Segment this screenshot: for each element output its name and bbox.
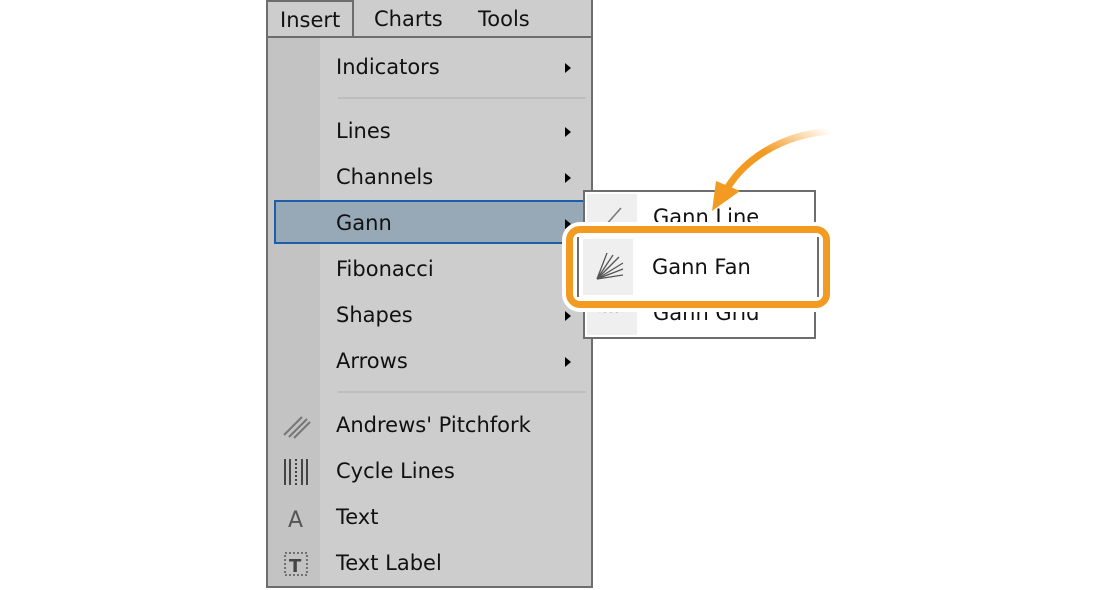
pitchfork-icon bbox=[283, 416, 311, 439]
menu-item-channels[interactable]: Channels bbox=[268, 155, 591, 199]
menu-item-label: Arrows bbox=[336, 349, 408, 373]
submenu-arrow-icon bbox=[565, 219, 571, 229]
svg-text:A: A bbox=[288, 508, 303, 533]
menu-item-shapes[interactable]: Shapes bbox=[268, 293, 591, 337]
menu-item-text-label[interactable]: T Text Label bbox=[268, 541, 591, 585]
menu-item-label: Shapes bbox=[336, 303, 413, 327]
cycle-lines-icon bbox=[284, 459, 308, 485]
submenu-arrow-icon bbox=[565, 63, 571, 73]
menu-item-label: Text bbox=[336, 505, 379, 529]
svg-text:T: T bbox=[289, 556, 302, 577]
menu-bar: Insert Charts Tools bbox=[266, 0, 593, 37]
menu-tools[interactable]: Tools bbox=[478, 0, 530, 37]
menu-item-arrows[interactable]: Arrows bbox=[268, 339, 591, 383]
menu-item-label: Fibonacci bbox=[336, 257, 434, 281]
insert-menu-dropdown: Indicators Lines Channels Gann Fibonacci… bbox=[266, 36, 593, 588]
gann-fan-icon bbox=[596, 252, 624, 280]
menu-item-label: Lines bbox=[336, 119, 391, 143]
submenu-item-gann-fan[interactable]: Gann Fan bbox=[652, 233, 751, 301]
menu-item-gann[interactable]: Gann bbox=[268, 201, 591, 245]
submenu-arrow-icon bbox=[565, 173, 571, 183]
menu-item-lines[interactable]: Lines bbox=[268, 109, 591, 153]
menu-item-indicators[interactable]: Indicators bbox=[268, 45, 591, 89]
menu-item-text[interactable]: A Text bbox=[268, 495, 591, 539]
submenu-arrow-icon bbox=[565, 127, 571, 137]
annotation-arrow-icon bbox=[712, 127, 831, 211]
menu-item-label: Andrews' Pitchfork bbox=[336, 413, 531, 437]
menu-item-cycle-lines[interactable]: Cycle Lines bbox=[268, 449, 591, 493]
menu-charts[interactable]: Charts bbox=[374, 0, 443, 37]
menu-separator bbox=[338, 391, 586, 393]
menu-item-label: Cycle Lines bbox=[336, 459, 455, 483]
menu-item-label: Text Label bbox=[336, 551, 442, 575]
text-label-icon: T bbox=[284, 552, 308, 577]
submenu-arrow-icon bbox=[565, 357, 571, 367]
menu-item-fibonacci[interactable]: Fibonacci bbox=[268, 247, 591, 291]
menu-item-andrews-pitchfork[interactable]: Andrews' Pitchfork bbox=[268, 403, 591, 447]
gann-fan-callout: Gann Fan bbox=[566, 226, 830, 308]
menu-item-label: Indicators bbox=[336, 55, 440, 79]
submenu-arrow-icon bbox=[565, 311, 571, 321]
text-icon: A bbox=[288, 508, 303, 533]
menu-separator bbox=[338, 97, 586, 99]
menu-item-label: Gann bbox=[336, 211, 392, 235]
menu-insert[interactable]: Insert bbox=[268, 0, 355, 37]
menu-item-label: Channels bbox=[336, 165, 434, 189]
